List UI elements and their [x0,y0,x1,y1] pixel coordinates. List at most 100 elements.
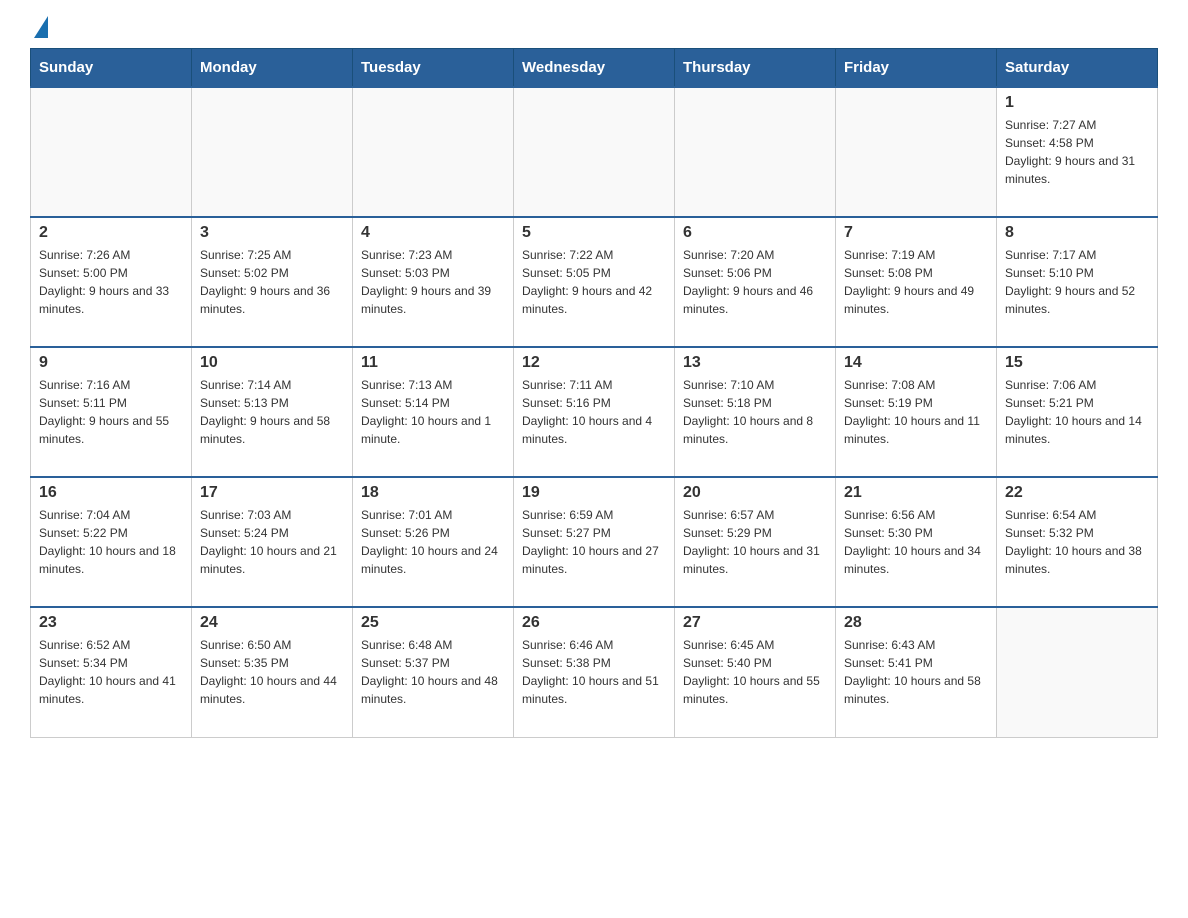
calendar-day-cell: 24Sunrise: 6:50 AM Sunset: 5:35 PM Dayli… [192,607,353,737]
day-number: 8 [1005,224,1149,242]
calendar-week-row: 23 Sunrise: 6:52 AM Sunset: 5:34 PM Dayli… [31,607,1158,737]
day-info: Sunrise: 7:25 AM Sunset: 5:02 PM Dayligh… [200,246,344,318]
calendar-day-cell: 12 Sunrise: 7:11 AM Sunset: 5:16 PM Dayli… [514,347,675,477]
calendar-day-cell: 8 Sunrise: 7:17 AM Sunset: 5:10 PM Daylig… [997,217,1158,347]
calendar-day-cell: 20 Sunrise: 6:57 AM Sunset: 5:29 PM Dayli… [675,477,836,607]
day-number: 21 [844,484,988,502]
day-info: Sunrise: 7:10 AM Sunset: 5:18 PM Dayligh… [683,376,827,448]
calendar-day-cell: 1 Sunrise: 7:27 AM Sunset: 4:58 PM Daylig… [997,87,1158,217]
calendar-day-cell: 3 Sunrise: 7:25 AM Sunset: 5:02 PM Daylig… [192,217,353,347]
day-number: 22 [1005,484,1149,502]
logo [30,20,48,38]
day-number: 3 [200,224,344,242]
calendar-day-cell: 19 Sunrise: 6:59 AM Sunset: 5:27 PM Dayli… [514,477,675,607]
day-info: Sunrise: 7:06 AM Sunset: 5:21 PM Dayligh… [1005,376,1149,448]
day-info: Sunrise: 7:20 AM Sunset: 5:06 PM Dayligh… [683,246,827,318]
day-number: 26 [522,614,666,632]
day-info: Sunrise: 6:50 AM Sunset: 5:35 PM Dayligh… [200,636,344,708]
calendar-day-cell: 2 Sunrise: 7:26 AM Sunset: 5:00 PM Daylig… [31,217,192,347]
day-number: 13 [683,354,827,372]
day-info: Sunrise: 7:14 AM Sunset: 5:13 PM Dayligh… [200,376,344,448]
day-number: 11 [361,354,505,372]
calendar-day-cell: 10 Sunrise: 7:14 AM Sunset: 5:13 PM Dayli… [192,347,353,477]
logo-triangle-icon [34,16,48,38]
day-info: Sunrise: 7:04 AM Sunset: 5:22 PM Dayligh… [39,506,183,578]
day-number: 23 [39,614,183,632]
day-number: 12 [522,354,666,372]
calendar-day-cell: 9 Sunrise: 7:16 AM Sunset: 5:11 PM Daylig… [31,347,192,477]
day-info: Sunrise: 6:46 AM Sunset: 5:38 PM Dayligh… [522,636,666,708]
calendar-day-cell: 5Sunrise: 7:22 AM Sunset: 5:05 PM Daylig… [514,217,675,347]
calendar-week-row: 16 Sunrise: 7:04 AM Sunset: 5:22 PM Dayli… [31,477,1158,607]
day-info: Sunrise: 7:23 AM Sunset: 5:03 PM Dayligh… [361,246,505,318]
day-info: Sunrise: 6:54 AM Sunset: 5:32 PM Dayligh… [1005,506,1149,578]
day-number: 18 [361,484,505,502]
page-header [30,20,1158,38]
day-number: 19 [522,484,666,502]
day-info: Sunrise: 7:17 AM Sunset: 5:10 PM Dayligh… [1005,246,1149,318]
day-info: Sunrise: 6:57 AM Sunset: 5:29 PM Dayligh… [683,506,827,578]
day-number: 1 [1005,94,1149,112]
calendar-day-cell: 6 Sunrise: 7:20 AM Sunset: 5:06 PM Daylig… [675,217,836,347]
day-info: Sunrise: 6:59 AM Sunset: 5:27 PM Dayligh… [522,506,666,578]
day-info: Sunrise: 7:03 AM Sunset: 5:24 PM Dayligh… [200,506,344,578]
calendar-week-row: 9 Sunrise: 7:16 AM Sunset: 5:11 PM Daylig… [31,347,1158,477]
day-info: Sunrise: 7:22 AM Sunset: 5:05 PM Dayligh… [522,246,666,318]
day-info: Sunrise: 6:48 AM Sunset: 5:37 PM Dayligh… [361,636,505,708]
calendar-day-cell: 26 Sunrise: 6:46 AM Sunset: 5:38 PM Dayli… [514,607,675,737]
calendar-day-cell [997,607,1158,737]
day-info: Sunrise: 7:19 AM Sunset: 5:08 PM Dayligh… [844,246,988,318]
day-info: Sunrise: 6:45 AM Sunset: 5:40 PM Dayligh… [683,636,827,708]
calendar-day-cell: 7Sunrise: 7:19 AM Sunset: 5:08 PM Daylig… [836,217,997,347]
day-of-week-header: Sunday [31,49,192,88]
calendar-day-cell: 23 Sunrise: 6:52 AM Sunset: 5:34 PM Dayli… [31,607,192,737]
day-info: Sunrise: 7:08 AM Sunset: 5:19 PM Dayligh… [844,376,988,448]
day-info: Sunrise: 7:16 AM Sunset: 5:11 PM Dayligh… [39,376,183,448]
calendar-day-cell [31,87,192,217]
day-number: 16 [39,484,183,502]
day-number: 17 [200,484,344,502]
calendar-day-cell [353,87,514,217]
day-info: Sunrise: 7:01 AM Sunset: 5:26 PM Dayligh… [361,506,505,578]
calendar-day-cell: 28 Sunrise: 6:43 AM Sunset: 5:41 PM Dayli… [836,607,997,737]
day-of-week-header: Saturday [997,49,1158,88]
day-number: 28 [844,614,988,632]
calendar-day-cell [836,87,997,217]
day-info: Sunrise: 6:52 AM Sunset: 5:34 PM Dayligh… [39,636,183,708]
day-number: 9 [39,354,183,372]
calendar-day-cell: 27 Sunrise: 6:45 AM Sunset: 5:40 PM Dayli… [675,607,836,737]
day-of-week-header: Tuesday [353,49,514,88]
day-number: 27 [683,614,827,632]
day-number: 4 [361,224,505,242]
calendar-day-cell: 17 Sunrise: 7:03 AM Sunset: 5:24 PM Dayli… [192,477,353,607]
day-info: Sunrise: 7:27 AM Sunset: 4:58 PM Dayligh… [1005,116,1149,188]
day-info: Sunrise: 6:56 AM Sunset: 5:30 PM Dayligh… [844,506,988,578]
day-number: 10 [200,354,344,372]
calendar-day-cell: 11Sunrise: 7:13 AM Sunset: 5:14 PM Dayli… [353,347,514,477]
day-info: Sunrise: 6:43 AM Sunset: 5:41 PM Dayligh… [844,636,988,708]
day-number: 15 [1005,354,1149,372]
calendar-day-cell: 18 Sunrise: 7:01 AM Sunset: 5:26 PM Dayli… [353,477,514,607]
day-of-week-header: Thursday [675,49,836,88]
calendar-table: SundayMondayTuesdayWednesdayThursdayFrid… [30,48,1158,738]
day-info: Sunrise: 7:26 AM Sunset: 5:00 PM Dayligh… [39,246,183,318]
calendar-header-row: SundayMondayTuesdayWednesdayThursdayFrid… [31,49,1158,88]
day-of-week-header: Wednesday [514,49,675,88]
calendar-week-row: 1 Sunrise: 7:27 AM Sunset: 4:58 PM Daylig… [31,87,1158,217]
day-of-week-header: Friday [836,49,997,88]
calendar-day-cell: 15 Sunrise: 7:06 AM Sunset: 5:21 PM Dayli… [997,347,1158,477]
calendar-day-cell [514,87,675,217]
day-number: 6 [683,224,827,242]
calendar-week-row: 2 Sunrise: 7:26 AM Sunset: 5:00 PM Daylig… [31,217,1158,347]
day-number: 2 [39,224,183,242]
calendar-day-cell: 16 Sunrise: 7:04 AM Sunset: 5:22 PM Dayli… [31,477,192,607]
day-number: 14 [844,354,988,372]
calendar-day-cell [675,87,836,217]
day-info: Sunrise: 7:11 AM Sunset: 5:16 PM Dayligh… [522,376,666,448]
day-number: 20 [683,484,827,502]
calendar-day-cell: 4 Sunrise: 7:23 AM Sunset: 5:03 PM Daylig… [353,217,514,347]
calendar-day-cell: 22 Sunrise: 6:54 AM Sunset: 5:32 PM Dayli… [997,477,1158,607]
calendar-day-cell: 14 Sunrise: 7:08 AM Sunset: 5:19 PM Dayli… [836,347,997,477]
day-of-week-header: Monday [192,49,353,88]
calendar-day-cell: 25Sunrise: 6:48 AM Sunset: 5:37 PM Dayli… [353,607,514,737]
